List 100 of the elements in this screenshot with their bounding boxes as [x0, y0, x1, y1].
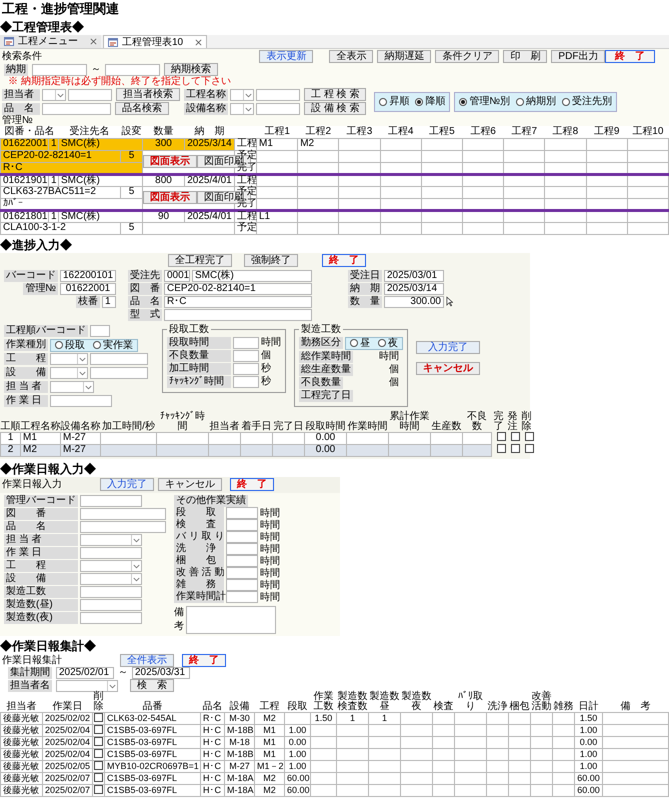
checkbox[interactable] [496, 432, 506, 441]
input-field[interactable]: 2025/03/31 [132, 666, 190, 678]
input-field[interactable] [256, 88, 300, 100]
close-button[interactable]: 終 了 [182, 654, 226, 666]
action-button[interactable]: 図面表示 [143, 191, 197, 204]
input-field[interactable] [226, 555, 258, 567]
radio-button[interactable] [93, 341, 101, 349]
input-field[interactable] [226, 531, 258, 543]
input-field[interactable] [68, 88, 112, 100]
radio-button[interactable] [350, 339, 358, 347]
checkbox[interactable] [510, 444, 520, 453]
input-field[interactable]: 01622001 [60, 282, 116, 294]
dropdown-field[interactable] [80, 572, 142, 584]
radio-button[interactable] [378, 339, 386, 347]
radio-button[interactable] [459, 98, 468, 106]
dropdown-field[interactable] [42, 88, 66, 100]
input-field[interactable] [80, 546, 142, 558]
input-field[interactable]: 162200101 [60, 270, 116, 282]
input-field[interactable] [226, 543, 258, 555]
radio-button[interactable] [379, 98, 388, 106]
checkbox[interactable] [94, 712, 103, 722]
input-field[interactable] [226, 519, 258, 531]
action-button[interactable]: PDF出力 [551, 50, 606, 62]
input-field[interactable] [226, 507, 258, 519]
dropdown-field[interactable] [50, 353, 88, 365]
action-button[interactable]: 印 刷 [503, 50, 548, 62]
action-button[interactable]: 全表示 [329, 50, 374, 62]
input-field[interactable] [80, 520, 166, 532]
input-field[interactable] [233, 336, 259, 348]
close-button[interactable]: 終 了 [322, 254, 366, 266]
tab[interactable]: 工程管理表10 [103, 35, 208, 48]
input-field[interactable] [32, 64, 87, 76]
action-button[interactable]: 納期検索 [164, 63, 218, 76]
input-field[interactable] [80, 612, 142, 624]
input-field[interactable] [164, 308, 312, 320]
input-field[interactable] [90, 353, 148, 365]
action-button[interactable]: 表示更新 [259, 50, 314, 62]
close-button[interactable]: 終 了 [230, 478, 274, 491]
action-button[interactable]: 図面表示 [143, 155, 197, 168]
input-field[interactable] [50, 395, 112, 407]
input-field[interactable] [233, 350, 259, 362]
dropdown-field[interactable] [80, 534, 142, 546]
input-field[interactable] [90, 325, 110, 337]
input-field[interactable]: CEP20-02-82140=1 [164, 282, 312, 294]
action-button[interactable]: キャンセル [158, 478, 222, 491]
input-field[interactable] [80, 586, 142, 598]
action-button[interactable]: 全工程完了 [168, 254, 232, 266]
close-icon[interactable] [90, 38, 97, 45]
input-field[interactable] [226, 579, 258, 591]
remarks-field[interactable] [186, 606, 276, 634]
action-button[interactable]: 納期遅延 [377, 50, 432, 62]
action-button[interactable]: 全件表示 [120, 654, 174, 666]
dropdown-field[interactable] [230, 88, 254, 100]
action-button[interactable]: 入力完了 [416, 340, 480, 354]
checkbox[interactable] [510, 432, 520, 441]
input-field[interactable] [105, 64, 160, 76]
checkbox[interactable] [524, 444, 534, 453]
radio-button[interactable] [415, 98, 424, 106]
field-label: 設 備 [4, 572, 78, 584]
dropdown-field[interactable] [80, 560, 142, 572]
input-field[interactable] [226, 567, 258, 579]
action-button[interactable]: 工 程 検 索 [304, 88, 366, 101]
input-field[interactable]: 0001 [164, 270, 190, 282]
dropdown-field[interactable] [56, 680, 118, 692]
input-field[interactable]: 1 [102, 296, 116, 308]
input-field[interactable] [256, 102, 300, 114]
action-button[interactable]: 設 備 検 索 [304, 102, 366, 115]
input-field[interactable] [233, 376, 259, 388]
input-field[interactable]: 2025/02/01 [56, 666, 114, 678]
tab[interactable]: 工程メニュー [0, 35, 101, 48]
input-field[interactable] [90, 367, 148, 379]
action-button[interactable]: 担当者検索 [116, 88, 180, 101]
dropdown-field[interactable] [50, 381, 94, 393]
input-field[interactable] [80, 508, 166, 520]
input-field[interactable] [80, 598, 142, 610]
action-button[interactable]: 入力完了 [100, 478, 154, 491]
checkbox[interactable] [496, 444, 506, 453]
radio-button[interactable] [55, 341, 63, 349]
input-field[interactable]: 300.00 [384, 296, 444, 308]
input-field[interactable] [233, 362, 259, 374]
close-icon[interactable] [195, 38, 202, 46]
input-field[interactable]: R･C [164, 296, 312, 308]
input-field[interactable]: 2025/03/01 [384, 270, 444, 282]
input-field[interactable]: 2025/03/14 [384, 282, 444, 294]
dropdown-field[interactable] [230, 102, 254, 114]
action-button[interactable]: 品名検索 [115, 102, 169, 115]
radio-button[interactable] [516, 98, 524, 106]
input-field[interactable] [226, 591, 258, 603]
action-button[interactable]: 検 索 [130, 679, 174, 692]
dropdown-field[interactable] [50, 367, 88, 379]
radio-button[interactable] [562, 98, 570, 106]
checkbox[interactable] [524, 432, 534, 441]
action-button[interactable]: 強制終了 [244, 254, 298, 266]
action-button[interactable]: 条件クリア [435, 50, 500, 62]
input-field[interactable]: SMC(株) [192, 270, 312, 282]
input-field[interactable] [42, 102, 111, 114]
label: 時間 [260, 556, 280, 566]
close-button[interactable]: 終 了 [605, 50, 655, 62]
action-button[interactable]: キャンセル [416, 362, 480, 374]
input-field[interactable] [80, 494, 142, 506]
